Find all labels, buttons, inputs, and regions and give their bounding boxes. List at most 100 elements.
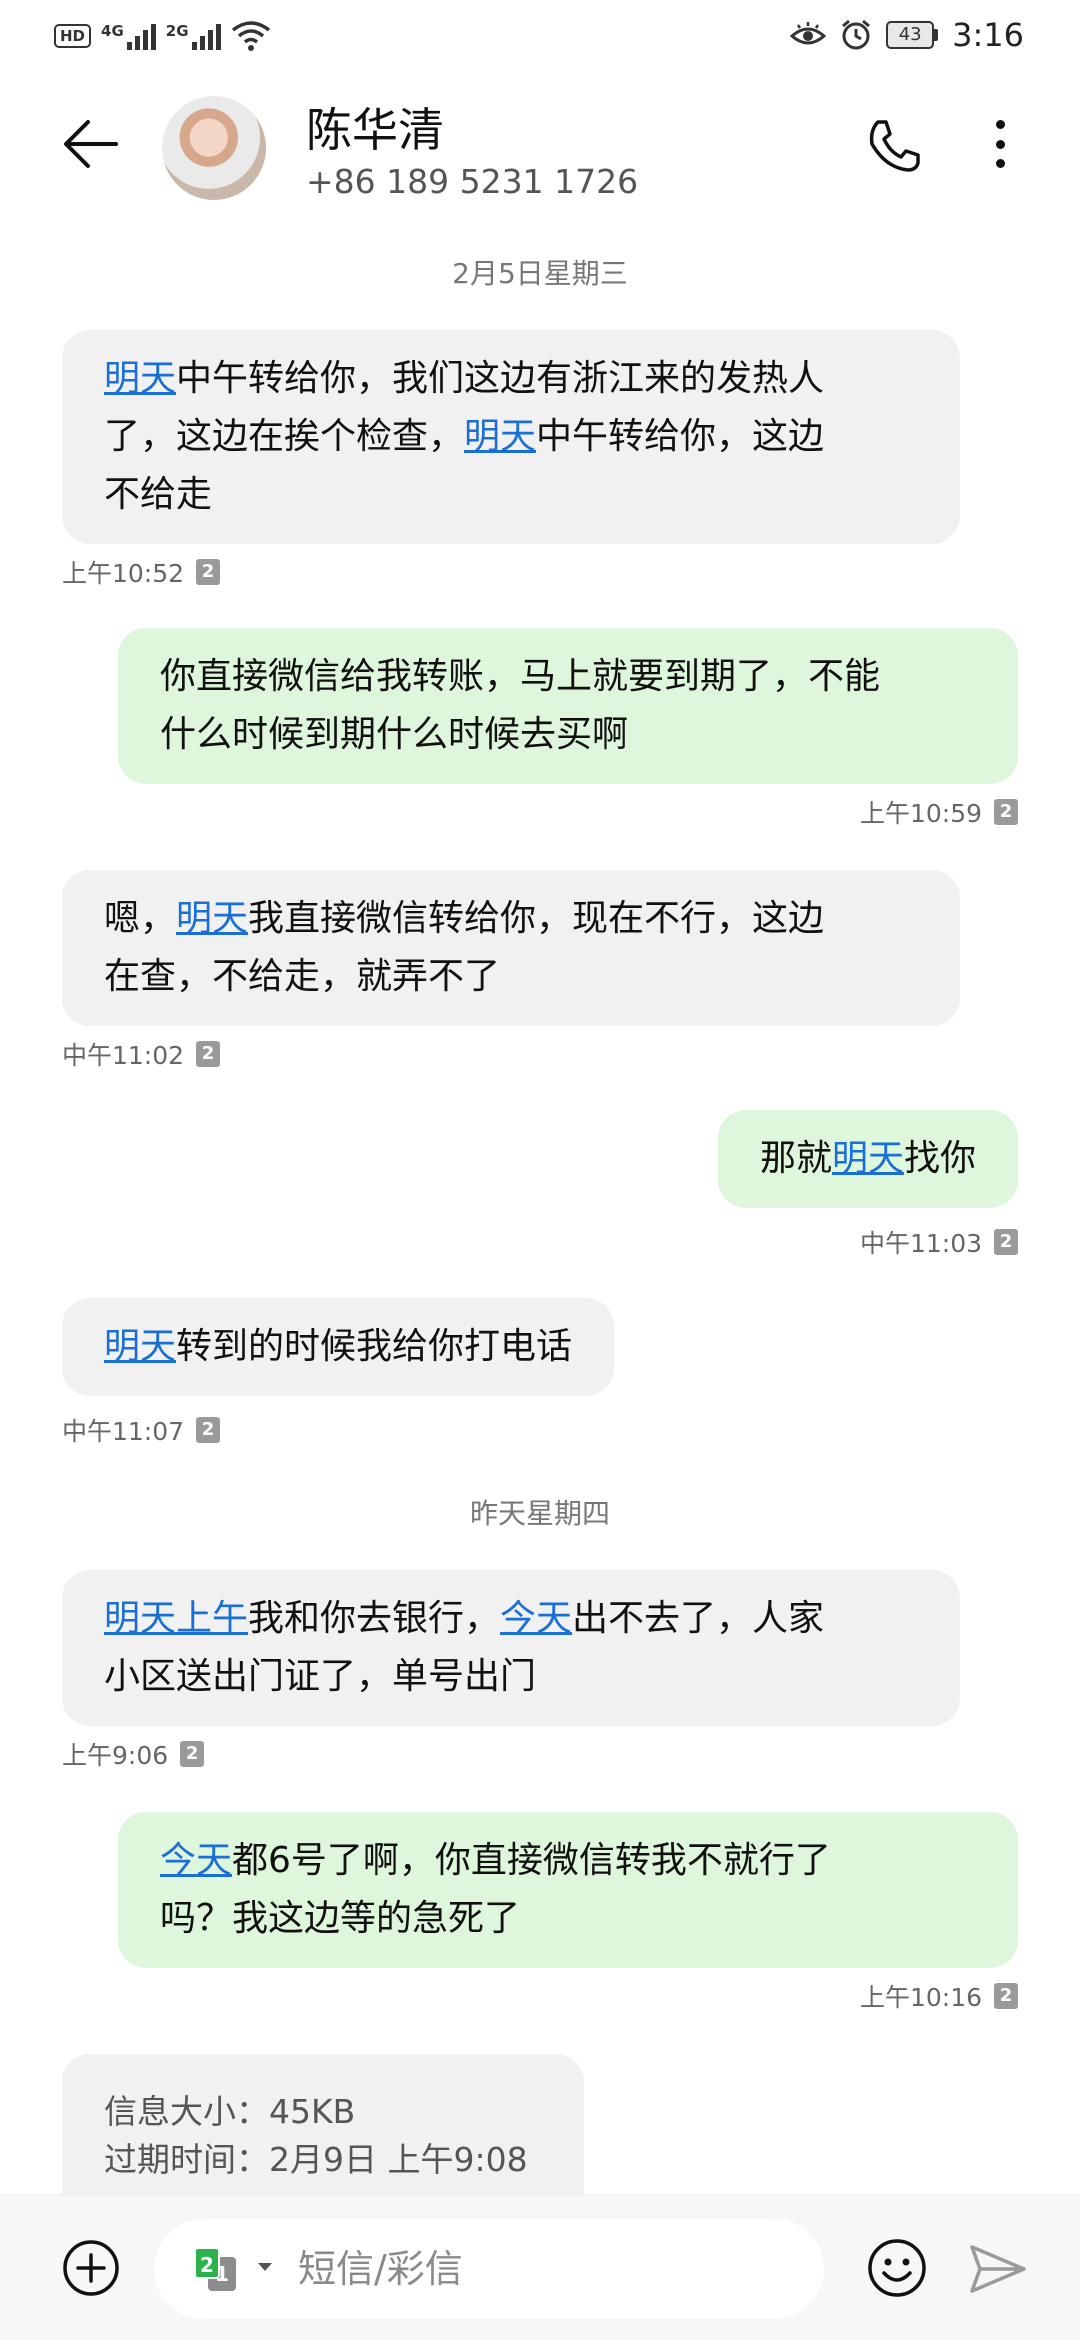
message-meta: 上午10:52 2 [62,554,221,590]
message-bubble[interactable]: 你直接微信给我转账，马上就要到期了，不能 什么时候到期什么时候去买啊 [118,628,1018,784]
compose-bar: 1 2 [0,2194,1080,2340]
more-vertical-icon [995,159,1005,168]
send-icon [970,2245,1026,2293]
message-input[interactable] [298,2237,798,2301]
message-time: 上午10:16 [859,1983,982,2012]
call-button[interactable] [864,116,924,176]
sim-card-icon: 2 [194,2247,220,2279]
message-bubble[interactable]: 今天都6号了啊，你直接微信转我不就行了吗？我这边等的急死了 [118,1812,1018,1968]
message-time: 上午10:59 [859,799,982,828]
sim-card-icon: 2 [180,1741,205,1767]
message-bubble[interactable]: 明天中午转给你，我们这边有浙江来的发热人 了，这边在挨个检查，明天中午转给你，这边… [62,330,960,544]
message-bubble[interactable]: 明天上午我和你去银行，今天出不去了，人家 小区送出门证了，单号出门 [62,1570,960,1726]
battery-indicator: 43 [886,21,939,49]
conversation-header: 陈华清 +86 189 5231 1726 [0,72,1080,222]
message-text: 出不去了，人家 [572,1598,825,1639]
message-text: 在查，不给走，就弄不了 [104,956,501,997]
message-text: 嗯， [104,898,177,939]
date-link[interactable]: 明天 [176,898,248,939]
message-text: 小区送出门证了，单号出门 [104,1656,537,1697]
message-bubble[interactable]: 明天转到的时候我给你打电话 [62,1298,615,1396]
message-text: 中午转给你，这边 [536,416,825,457]
network-type-label: 4G [101,22,124,40]
add-attachment-button[interactable] [62,2239,120,2297]
message-meta: 中午11:03 2 [860,1224,1018,1260]
battery-level: 43 [886,21,935,49]
clock: 3:16 [952,16,1024,54]
message-text: 找你 [903,1138,976,1179]
contact-phone: +86 189 5231 1726 [306,162,639,201]
message-text: 你直接微信给我转账，马上就要到期了，不能 [160,656,881,697]
message-time: 中午11:02 [62,1041,185,1070]
more-vertical-icon [995,120,1005,129]
message-meta: 上午10:16 2 [860,1978,1018,2014]
sim-card-icon: 2 [994,1229,1018,1255]
mms-notification[interactable]: 信息大小：45KB 过期时间：2月9日 上午9:08 [62,2054,584,2194]
sim-card-icon: 2 [196,1417,221,1443]
status-bar: HD 4G 2G 43 3:16 [0,0,1080,72]
message-time: 中午11:07 [62,1417,185,1446]
arrow-left-icon [64,120,118,168]
message-meta: 上午10:59 2 [860,794,1018,830]
contact-name: 陈华清 [306,103,444,157]
message-text: 都6号了啊，你直接微信转我不就行了 [232,1840,831,1881]
mms-expiry: 过期时间：2月9日 上午9:08 [104,2140,528,2179]
message-bubble[interactable]: 那就明天找你 [717,1110,1018,1208]
eye-icon [790,22,827,45]
message-text: 吗？我这边等的急死了 [160,1898,521,1939]
network-type-label: 2G [165,22,189,40]
message-text: 不给走 [104,474,213,515]
plus-circle-icon [63,2240,119,2296]
message-meta: 中午11:02 2 [62,1036,221,1072]
contact-avatar[interactable] [162,96,266,200]
message-text: 转到的时候我给你打电话 [176,1326,573,1367]
message-text: 什么时候到期什么时候去买啊 [160,714,629,755]
sim-card-icon: 2 [196,559,221,585]
message-meta: 中午11:07 2 [62,1412,221,1448]
send-button[interactable] [968,2241,1028,2297]
message-time: 上午10:52 [62,559,185,588]
message-input-container: 1 2 [154,2219,824,2319]
sim-card-icon: 2 [994,799,1018,825]
chevron-down-icon[interactable] [258,2263,272,2271]
sim-switch-button[interactable]: 1 2 [194,2247,244,2291]
more-options-button[interactable] [980,112,1020,176]
battery-tip [934,29,939,41]
signal-sim2: 2G [166,22,221,50]
message-list[interactable]: 2月5日星期三 明天中午转给你，我们这边有浙江来的发热人 了，这边在挨个检查，明天… [0,222,1080,2194]
phone-icon [869,120,920,172]
message-text: 我直接微信转给你，现在不行，这边 [248,898,825,939]
smiley-icon [868,2239,926,2297]
back-button[interactable] [60,112,124,176]
date-link[interactable]: 明天 [104,358,176,399]
message-time: 中午11:03 [859,1229,982,1258]
message-bubble[interactable]: 嗯，明天我直接微信转给你，现在不行，这边在查，不给走，就弄不了 [62,870,960,1026]
status-right: 43 3:16 [790,16,1024,54]
signal-sim1: 4G [101,22,156,50]
date-link[interactable]: 明天 [832,1138,904,1179]
sim-card-icon: 2 [196,1041,221,1067]
message-text: 我和你去银行， [248,1598,501,1639]
more-vertical-icon [995,139,1005,149]
message-meta: 上午9:06 2 [62,1736,205,1772]
date-link[interactable]: 今天 [160,1840,232,1881]
signal-bars-icon [191,22,221,50]
hd-badge: HD [54,24,92,48]
alarm-icon [842,19,871,50]
date-link[interactable]: 明天 [104,1326,176,1367]
mms-size: 信息大小：45KB [104,2092,356,2131]
sim-card-icon: 2 [994,1983,1018,2009]
date-separator: 2月5日星期三 [452,257,628,290]
date-link[interactable]: 明天 [464,416,536,457]
message-text: 中午转给你，我们这边有浙江来的发热人 [176,358,825,399]
message-text: 那就 [759,1138,832,1179]
status-left: HD 4G 2G [54,20,271,52]
date-link[interactable]: 今天 [500,1598,572,1639]
wifi-icon [231,21,270,51]
signal-bars-icon [126,22,156,50]
message-time: 上午9:06 [62,1741,169,1770]
date-link[interactable]: 明天上午 [104,1598,248,1639]
emoji-button[interactable] [866,2237,928,2299]
date-separator: 昨天星期四 [469,1497,610,1530]
message-text: 了，这边在挨个检查， [104,416,465,457]
